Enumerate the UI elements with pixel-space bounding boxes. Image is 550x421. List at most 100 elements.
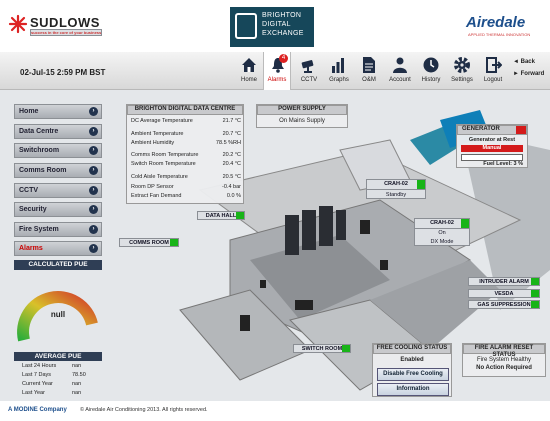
crah-unit-1-indicator <box>417 180 425 189</box>
dc-row-label: Ambient Temperature <box>131 131 184 137</box>
nav-alarms-button[interactable]: 4 Alarms <box>263 52 291 90</box>
menu-item-data-centre[interactable]: Data Centre › <box>14 124 102 139</box>
crah-unit-2-mode: DX Mode <box>430 239 454 245</box>
vesda-text: VESDA <box>494 291 514 297</box>
pue-row-value: nan <box>72 363 82 369</box>
dc-row-label: Extract Fan Demand <box>131 193 182 199</box>
gas-suppression-status[interactable]: GAS SUPPRESSION <box>468 300 540 309</box>
power-supply-title: POWER SUPPLY <box>257 105 347 115</box>
menu-item-label: Fire System <box>19 226 59 233</box>
copyright-text: © Airedale Air Conditioning 2013. All ri… <box>80 407 208 413</box>
nav-logout-label: Logout <box>483 77 503 83</box>
gas-suppression-indicator <box>531 301 539 308</box>
fire-alarm-status: Fire System Healthy <box>476 357 531 363</box>
nav-logout-button[interactable]: Logout <box>479 52 507 90</box>
menu-item-cctv[interactable]: CCTV › <box>14 183 102 198</box>
data-hall-label[interactable]: DATA HALL <box>197 211 245 220</box>
dc-row: Cold Aisle Temperature 20.5 °C <box>131 174 241 180</box>
pue-row-24h: Last 24 Hours nan <box>14 363 102 372</box>
forward-button[interactable]: ► Forward <box>510 68 546 80</box>
dc-row-value: -0.4 bar <box>222 184 241 190</box>
menu-item-security[interactable]: Security › <box>14 202 102 217</box>
dc-row-label: Cold Aisle Temperature <box>131 174 188 180</box>
switch-room-indicator <box>342 345 350 352</box>
comms-room-label-text: COMMS ROOM <box>129 240 169 246</box>
pue-row-label: Last 7 Days <box>22 372 52 378</box>
menu-item-label: Switchroom <box>19 147 60 154</box>
dc-row-label: DC Average Temperature <box>131 118 193 124</box>
logout-icon <box>486 57 502 73</box>
pue-gauge <box>17 291 98 342</box>
information-button[interactable]: Information <box>377 383 449 396</box>
comms-room-label[interactable]: COMMS ROOM <box>119 238 179 247</box>
pue-row-value: nan <box>72 381 82 387</box>
airedale-logo: Airedale APPLIED THERMAL INNOVATION <box>458 14 540 40</box>
menu-item-fire-system[interactable]: Fire System › <box>14 222 102 237</box>
switch-room-label[interactable]: SWITCH ROOM <box>293 344 351 353</box>
intruder-alarm-text: INTRUDER ALARM <box>479 279 529 285</box>
nav-settings-button[interactable]: Settings <box>448 52 476 90</box>
menu-item-comms-room[interactable]: Comms Room › <box>14 163 102 178</box>
fuel-level-bar <box>461 154 523 161</box>
chevron-right-icon: › <box>89 186 98 195</box>
bde-logo-line-3: EXCHANGE <box>262 30 304 37</box>
menu-item-switchroom[interactable]: Switchroom › <box>14 143 102 158</box>
pue-row-value: 78.50 <box>72 372 86 378</box>
dc-row: Room DP Sensor -0.4 bar <box>131 184 241 190</box>
calculated-pue-header: CALCULATED PUE <box>14 260 102 270</box>
sudlows-logo-text: SUDLOWS <box>30 15 100 30</box>
crah-unit-2-header: CRAH-02 <box>415 219 469 229</box>
dc-row-value: 20.7 °C <box>222 131 241 137</box>
modine-brand: A MODINE Company <box>8 407 67 413</box>
crah-unit-1-header: CRAH-02 <box>367 180 425 190</box>
dc-row: Comms Room Temperature 20.2 °C <box>131 152 241 158</box>
gear-icon <box>454 57 470 73</box>
menu-item-alarms[interactable]: Alarms › <box>14 241 102 256</box>
fire-alarm-action: No Action Required <box>476 365 532 371</box>
dc-row-label: Ambient Humidity <box>131 140 175 146</box>
pue-row-last-year: Last Year nan <box>14 390 102 399</box>
intruder-alarm-status[interactable]: INTRUDER ALARM <box>468 277 540 286</box>
clock-icon <box>423 57 439 73</box>
dc-row-value: 20.4 °C <box>222 161 241 167</box>
crah-unit-2-panel[interactable]: CRAH-02 On DX Mode <box>414 218 470 246</box>
sudlows-logo: SUDLOWS success in the core of your busi… <box>8 14 118 38</box>
nav-account-button[interactable]: Account <box>386 52 414 90</box>
dc-row: Switch Room Temperature 20.4 °C <box>131 161 241 167</box>
nav-graphs-button[interactable]: Graphs <box>325 52 353 90</box>
fire-alarm-title: FIRE ALARM RESET STATUS <box>463 344 545 358</box>
menu-item-label: CCTV <box>19 187 39 194</box>
brighton-digital-exchange-logo: BRIGHTON DIGITAL EXCHANGE <box>230 7 314 47</box>
back-arrow-icon: ◄ <box>513 59 521 65</box>
nav-cctv-button[interactable]: CCTV <box>295 52 323 90</box>
document-icon <box>363 57 375 73</box>
back-label: Back <box>520 59 535 65</box>
nav-om-button[interactable]: O&M <box>355 52 383 90</box>
menu-item-label: Security <box>19 206 47 213</box>
back-button[interactable]: ◄ Back <box>510 56 546 68</box>
cctv-camera-icon <box>301 60 314 73</box>
free-cooling-status: Enabled <box>400 357 424 363</box>
forward-label: Forward <box>520 71 545 77</box>
nav-history-button[interactable]: History <box>417 52 445 90</box>
dc-row-value: 20.5 °C <box>222 174 241 180</box>
nav-home-button[interactable]: Home <box>235 52 263 90</box>
pue-row-value: nan <box>72 390 82 396</box>
intruder-alarm-indicator <box>531 278 539 285</box>
disable-free-cooling-button[interactable]: Disable Free Cooling <box>377 368 449 381</box>
alarm-count-badge: 4 <box>279 54 288 63</box>
pue-row-current-year: Current Year nan <box>14 381 102 390</box>
data-centre-panel: BRIGHTON DIGITAL DATA CENTRE DC Average … <box>126 104 244 204</box>
menu-item-home[interactable]: Home › <box>14 104 102 119</box>
vesda-status[interactable]: VESDA <box>468 289 540 298</box>
chevron-right-icon: › <box>89 107 98 116</box>
chevron-right-icon: › <box>89 244 98 253</box>
sudlows-tagline: success in the core of your business <box>30 29 103 36</box>
menu-item-label: Home <box>19 108 39 115</box>
gas-suppression-text: GAS SUPPRESSION <box>477 302 531 308</box>
average-pue-table: Last 24 Hours nan Last 7 Days 78.50 Curren… <box>14 363 102 399</box>
generator-panel[interactable]: GENERATOR Generator at Rest Manual Fuel … <box>456 124 528 168</box>
chevron-right-icon: › <box>89 166 98 175</box>
power-supply-panel: POWER SUPPLY On Mains Supply <box>256 104 348 128</box>
crah-unit-1-panel[interactable]: CRAH-02 Standby <box>366 179 426 199</box>
